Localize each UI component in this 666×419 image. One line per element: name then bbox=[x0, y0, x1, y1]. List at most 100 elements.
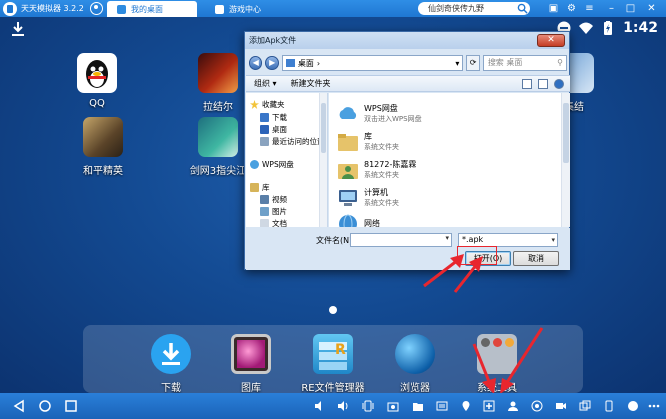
macro-icon[interactable] bbox=[531, 400, 543, 412]
nav-downloads[interactable]: 下载 bbox=[260, 112, 287, 123]
emulator-search-input[interactable]: 仙剑奇侠传九野 bbox=[418, 2, 530, 15]
game-lajieer-icon bbox=[198, 53, 238, 93]
app-qq[interactable]: QQ bbox=[64, 53, 130, 109]
dock-re-file-manager[interactable]: R RE文件管理器 bbox=[293, 334, 373, 393]
forward-arrow-icon[interactable]: ▶ bbox=[265, 56, 279, 70]
gamepad-icon bbox=[215, 4, 224, 14]
file-item-network[interactable]: 网络 bbox=[337, 211, 380, 227]
nav-recent-places[interactable]: 最近访问的位置 bbox=[260, 136, 325, 147]
dock-browser[interactable]: 浏览器 bbox=[375, 334, 455, 393]
cancel-button[interactable]: 取消 bbox=[513, 251, 559, 266]
close-icon[interactable]: ✕ bbox=[646, 3, 657, 14]
view-options-icon[interactable] bbox=[522, 78, 532, 89]
dialog-close-button[interactable]: ✕ bbox=[537, 34, 565, 47]
nav-desktop[interactable]: 桌面 bbox=[260, 124, 287, 135]
filename-dropdown-icon[interactable]: ▾ bbox=[445, 234, 449, 242]
file-list-scrollbar[interactable] bbox=[561, 93, 570, 227]
qq-penguin-icon bbox=[77, 53, 117, 93]
search-icon: ⚲ bbox=[557, 58, 564, 67]
download-icon bbox=[151, 334, 191, 374]
recent-places-icon bbox=[260, 137, 269, 146]
more-dots-icon[interactable] bbox=[648, 400, 660, 412]
volume-down-icon[interactable] bbox=[314, 400, 326, 412]
add-apk-icon[interactable] bbox=[483, 400, 495, 412]
emulator-title-bar: 天天模拟器 3.2.2 我的桌面 游戏中心 仙剑奇侠传九野 ▣ ⚙ ≡ – □ … bbox=[0, 0, 666, 17]
menu-icon[interactable]: ≡ bbox=[584, 3, 595, 14]
address-row: ◀ ▶ 桌面 › ▾ ⟳ 搜索 桌面 ⚲ bbox=[249, 53, 568, 73]
annotation-arrow-open-right bbox=[453, 256, 483, 293]
game-heping-icon bbox=[83, 117, 123, 157]
file-item-computer[interactable]: 计算机 系统文件夹 bbox=[337, 185, 399, 211]
operate-icon[interactable] bbox=[627, 400, 639, 412]
libraries-icon bbox=[250, 183, 259, 192]
folder-share-icon[interactable] bbox=[412, 400, 424, 412]
page-indicator-dot bbox=[329, 306, 337, 314]
navigation-pane: 收藏夹 下载 桌面 最近访问的位置 WPS网盘 库 视频 图片 文档 bbox=[246, 93, 328, 227]
back-arrow-icon[interactable]: ◀ bbox=[249, 56, 263, 70]
maximize-icon[interactable]: □ bbox=[625, 3, 636, 14]
volume-up-icon[interactable] bbox=[337, 400, 349, 412]
organize-menu[interactable]: 组织 ▾ bbox=[254, 78, 277, 89]
skin-icon[interactable]: ▣ bbox=[548, 3, 559, 14]
user-avatar-icon[interactable] bbox=[89, 2, 103, 15]
shake-icon[interactable] bbox=[362, 400, 374, 412]
record-video-icon[interactable] bbox=[555, 400, 567, 412]
file-item-wps-cloud[interactable]: WPS网盘 双击进入WPS网盘 bbox=[337, 101, 422, 127]
home-circle-icon[interactable] bbox=[38, 399, 52, 413]
address-dropdown-icon[interactable]: ▾ bbox=[455, 59, 462, 68]
network-globe-icon bbox=[339, 214, 357, 227]
multi-window-icon[interactable] bbox=[579, 400, 591, 412]
help-icon[interactable] bbox=[554, 78, 564, 89]
app-heping[interactable]: 和平精英 bbox=[70, 117, 136, 177]
file-item-libraries[interactable]: 库 系统文件夹 bbox=[337, 129, 399, 155]
app-jianwang[interactable]: 剑网3指尖江 bbox=[185, 117, 251, 177]
dock-download[interactable]: 下载 bbox=[131, 334, 211, 393]
preview-pane-icon[interactable] bbox=[538, 78, 548, 89]
keyboard-icon[interactable] bbox=[436, 400, 448, 412]
screenshot-icon[interactable] bbox=[387, 400, 399, 412]
file-list-pane: WPS网盘 双击进入WPS网盘 库 系统文件夹 81272-陈嘉霖 系统文件夹 … bbox=[329, 93, 570, 227]
settings-icon[interactable]: ⚙ bbox=[566, 3, 577, 14]
nav-videos[interactable]: 视频 bbox=[260, 194, 287, 205]
wifi-icon bbox=[579, 22, 594, 34]
folder-search-input[interactable]: 搜索 桌面 ⚲ bbox=[482, 55, 568, 71]
battery-charging-icon bbox=[604, 21, 613, 35]
nav-documents[interactable]: 文档 bbox=[260, 218, 287, 227]
dock-gallery[interactable]: 图库 bbox=[211, 334, 291, 393]
address-bar[interactable]: 桌面 › ▾ bbox=[281, 55, 464, 71]
minimize-icon[interactable]: – bbox=[606, 3, 617, 14]
location-icon[interactable] bbox=[460, 400, 472, 412]
computer-icon bbox=[339, 190, 357, 206]
refresh-icon[interactable]: ⟳ bbox=[466, 55, 480, 71]
nav-favorites[interactable]: 收藏夹 bbox=[250, 99, 285, 110]
filetype-dropdown-icon: ▾ bbox=[551, 236, 555, 244]
tab-my-desktop[interactable]: 我的桌面 bbox=[107, 1, 197, 17]
nav-libraries[interactable]: 库 bbox=[250, 182, 270, 193]
user-folder-icon bbox=[338, 164, 358, 179]
filename-input[interactable]: ▾ bbox=[350, 233, 452, 247]
add-apk-file-dialog: 添加Apk文件 ✕ ◀ ▶ 桌面 › ▾ ⟳ 搜索 桌面 ⚲ 组织 ▾ 新建文件… bbox=[244, 31, 570, 270]
nav-wps-cloud[interactable]: WPS网盘 bbox=[250, 159, 294, 170]
pictures-icon bbox=[260, 207, 269, 216]
emulator-logo-icon bbox=[3, 1, 17, 16]
account-icon[interactable] bbox=[507, 400, 519, 412]
breadcrumb-chevron-icon: › bbox=[316, 58, 321, 68]
download-notification-icon[interactable] bbox=[12, 22, 24, 36]
rotate-icon[interactable] bbox=[603, 400, 615, 412]
libraries-folder-icon bbox=[338, 134, 358, 151]
file-item-user-folder[interactable]: 81272-陈嘉霖 系统文件夹 bbox=[337, 157, 416, 183]
recent-apps-square-icon[interactable] bbox=[64, 399, 78, 413]
downloads-folder-icon bbox=[260, 113, 269, 122]
nav-pictures[interactable]: 图片 bbox=[260, 206, 287, 217]
nav-scrollbar[interactable] bbox=[319, 93, 327, 227]
star-icon bbox=[250, 100, 259, 109]
new-folder-button[interactable]: 新建文件夹 bbox=[291, 78, 331, 89]
search-icon[interactable] bbox=[517, 3, 528, 14]
back-triangle-icon[interactable] bbox=[12, 399, 26, 413]
annotation-arrow-toolbar-right bbox=[500, 327, 544, 394]
filetype-select[interactable]: *.apk ▾ bbox=[458, 233, 558, 247]
status-clock: 1:42 bbox=[623, 20, 658, 36]
app-lajieer[interactable]: 拉结尔 bbox=[185, 53, 251, 113]
emulator-title: 天天模拟器 3.2.2 bbox=[21, 4, 84, 13]
tab-game-center[interactable]: 游戏中心 bbox=[205, 1, 285, 17]
